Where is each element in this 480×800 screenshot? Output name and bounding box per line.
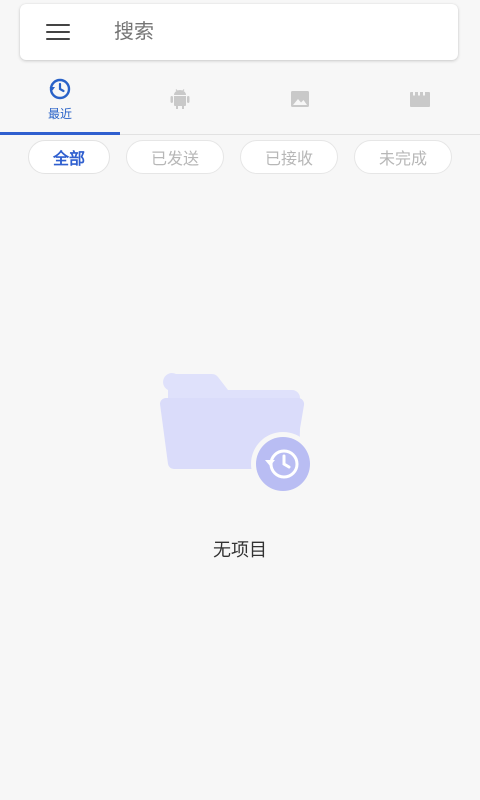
filter-incomplete[interactable]: 未完成	[353, 140, 452, 174]
tab-recent-label: 最近	[47, 106, 72, 121]
search-bar	[20, 4, 458, 60]
search-input[interactable]	[112, 19, 416, 45]
image-icon	[291, 91, 309, 107]
tab-apps[interactable]	[120, 64, 240, 134]
video-icon	[410, 92, 430, 107]
history-icon	[49, 78, 71, 99]
tab-videos[interactable]	[360, 64, 480, 134]
android-icon	[170, 89, 190, 109]
empty-message: 无项目	[213, 540, 267, 561]
menu-icon[interactable]	[40, 14, 76, 50]
empty-folder-history-icon	[160, 373, 315, 496]
filter-received[interactable]: 已接收	[239, 140, 338, 174]
tab-images[interactable]	[240, 64, 360, 134]
empty-state: 无项目	[0, 360, 480, 562]
filter-chips: 全部 已发送 已接收 未完成	[0, 140, 480, 176]
filter-all[interactable]: 全部	[27, 140, 110, 174]
filter-sent[interactable]: 已发送	[125, 140, 224, 174]
tab-recent[interactable]: 最近	[0, 64, 120, 135]
category-tabs: 最近	[0, 64, 480, 135]
